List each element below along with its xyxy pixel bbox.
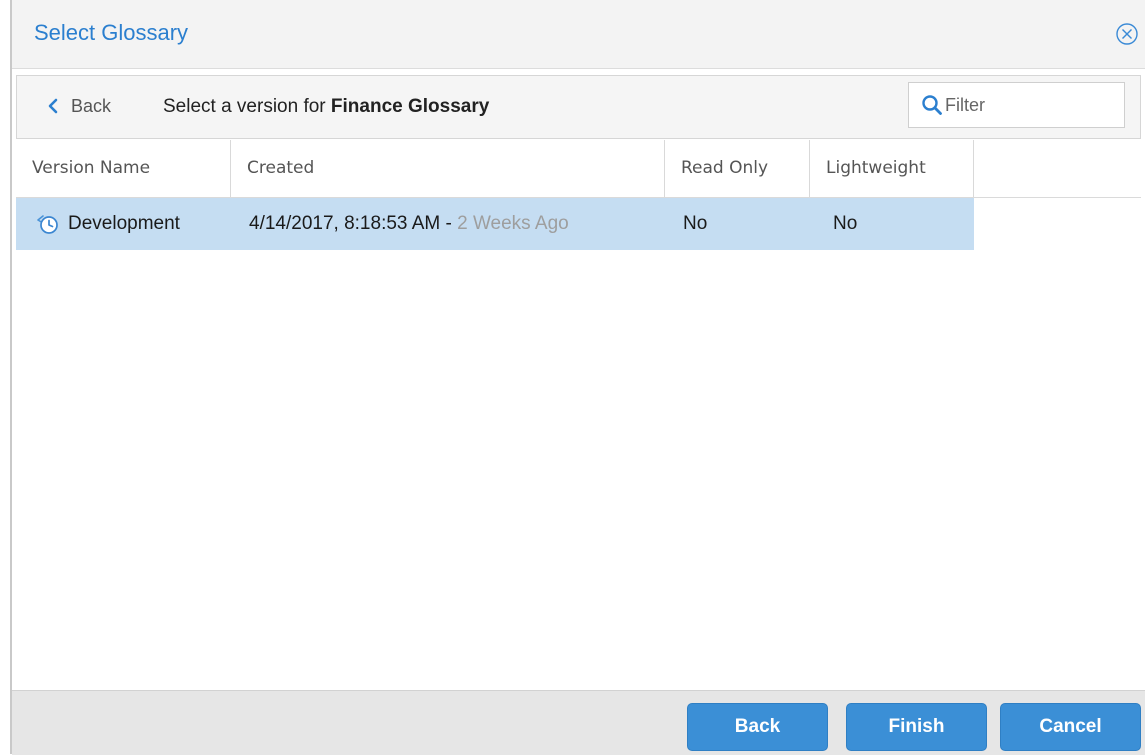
version-prompt: Select a version for Finance Glossary xyxy=(163,96,489,118)
table-header: Version Name Created Read Only Lightweig… xyxy=(16,140,1141,198)
filter-box xyxy=(908,82,1125,128)
versions-table: Version Name Created Read Only Lightweig… xyxy=(16,140,1141,690)
created-timestamp: 4/14/2017, 8:18:53 AM - xyxy=(249,213,458,234)
back-button[interactable]: Back xyxy=(687,703,828,751)
column-header-created[interactable]: Created xyxy=(231,140,665,197)
search-icon xyxy=(922,95,942,115)
cell-version-name: Development xyxy=(68,213,180,234)
column-header-lightweight[interactable]: Lightweight xyxy=(810,140,974,197)
cancel-button[interactable]: Cancel xyxy=(1000,703,1141,751)
version-clock-icon xyxy=(37,215,58,234)
close-circle-icon xyxy=(1116,23,1138,45)
cell-lightweight: No xyxy=(833,213,858,234)
chevron-left-icon xyxy=(48,98,58,114)
version-prompt-prefix: Select a version for xyxy=(163,96,331,117)
table-row[interactable]: Development 4/14/2017, 8:18:53 AM - 2 We… xyxy=(16,198,974,250)
glossary-name: Finance Glossary xyxy=(330,96,490,117)
created-relative: 2 Weeks Ago xyxy=(457,213,569,234)
toolbar-back-link[interactable]: Back xyxy=(47,94,111,118)
background-edge xyxy=(0,0,10,754)
column-header-read-only[interactable]: Read Only xyxy=(665,140,810,197)
dialog-footer: Back Finish Cancel xyxy=(12,690,1145,755)
dialog-header: Select Glossary xyxy=(12,0,1145,69)
toolbar-back-label: Back xyxy=(71,95,112,116)
column-header-version-name[interactable]: Version Name xyxy=(16,140,231,197)
close-button[interactable] xyxy=(1115,22,1139,46)
cell-created: 4/14/2017, 8:18:53 AM - 2 Weeks Ago xyxy=(249,198,569,250)
select-glossary-dialog: Select Glossary Back Select a version fo… xyxy=(12,0,1145,755)
cell-read-only: No xyxy=(683,213,708,234)
dialog-title: Select Glossary xyxy=(34,20,189,45)
finish-button[interactable]: Finish xyxy=(846,703,987,751)
version-toolbar: Back Select a version for Finance Glossa… xyxy=(16,75,1141,139)
filter-input[interactable] xyxy=(945,91,1115,119)
